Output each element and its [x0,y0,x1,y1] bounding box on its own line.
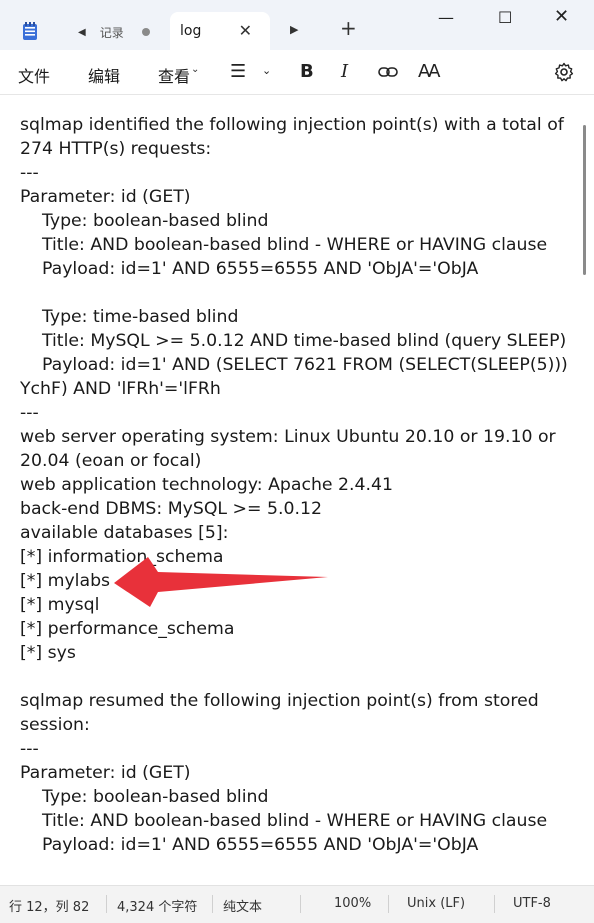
text-editor[interactable]: sqlmap identified the following injectio… [0,95,594,885]
text-line: session: [20,715,90,735]
chevron-down-icon[interactable]: ⌄ [191,64,199,75]
vertical-scrollbar[interactable] [583,125,586,275]
text-line: sqlmap resumed the following injection p… [20,691,539,711]
text-line: back-end DBMS: MySQL >= 5.0.12 [20,499,322,519]
text-line: web application technology: Apache 2.4.4… [20,475,393,495]
scroll-tabs-left-icon[interactable]: ◀ [78,27,86,38]
text-line: available databases [5]: [20,523,229,543]
scroll-tabs-right-icon[interactable]: ▶ [290,23,298,36]
notepad-app-icon [23,22,37,40]
text-line: Payload: id=1' AND 6555=6555 AND 'ObJA'=… [20,259,479,279]
text-line: [*] performance_schema [20,619,235,639]
divider [388,895,389,913]
text-line: Title: MySQL >= 5.0.12 AND time-based bl… [20,331,567,351]
tab-previous[interactable]: ◀ 记录 [62,15,166,49]
text-line: --- [20,403,39,423]
tab-log[interactable]: log ✕ [170,12,270,50]
text-line: Type: time-based blind [20,307,239,327]
text-line: [*] sys [20,643,76,663]
chevron-down-icon[interactable]: ⌄ [262,64,271,77]
text-format[interactable]: 纯文本 [223,896,262,915]
bold-icon[interactable]: B [300,61,314,82]
status-bar: 行 12，列 82 4,324 个字符 纯文本 100% Unix (LF) U… [0,885,594,923]
italic-icon[interactable]: I [341,61,348,82]
line-ending[interactable]: Unix (LF) [407,896,465,911]
menu-edit[interactable]: 编辑 [88,63,120,87]
menu-bar: 文件 编辑 查看 ⌄ ☰ ⌄ B I Ꜳ [0,50,594,95]
clear-formatting-icon[interactable]: Ꜳ [418,61,441,82]
bullet-list-icon[interactable]: ☰ [230,61,246,82]
text-line: 20.04 (eoan or focal) [20,451,202,471]
text-line: Type: boolean-based blind [20,211,269,231]
link-icon[interactable] [378,62,398,82]
maximize-icon[interactable]: ☐ [498,8,512,27]
gear-icon[interactable] [554,62,574,82]
encoding[interactable]: UTF-8 [513,896,551,911]
close-window-icon[interactable]: ✕ [554,6,569,27]
text-line: --- [20,739,39,759]
tab-title: 记录 [99,25,124,40]
menu-file[interactable]: 文件 [18,63,50,87]
text-line: --- [20,163,39,183]
unsaved-dot-icon [141,28,150,36]
cursor-position: 行 12，列 82 [9,900,90,915]
text-line: 274 HTTP(s) requests: [20,139,212,159]
menu-view[interactable]: 查看 [158,63,190,87]
new-tab-plus-icon[interactable]: + [340,18,357,38]
zoom-level[interactable]: 100% [334,896,371,911]
red-arrow-annotation [114,557,328,607]
text-line: web server operating system: Linux Ubunt… [20,427,556,447]
divider [106,895,107,913]
minimize-icon[interactable]: — [438,8,454,27]
text-line: Payload: id=1' AND (SELECT 7621 FROM (SE… [20,355,568,375]
text-line: sqlmap identified the following injectio… [20,115,564,135]
char-count: 4,324 个字符 [117,900,198,915]
tab-title: log [180,23,202,39]
text-line [20,665,580,689]
text-line: Parameter: id (GET) [20,763,191,783]
text-line: Payload: id=1' AND 6555=6555 AND 'ObJA'=… [20,835,479,855]
text-line: Title: AND boolean-based blind - WHERE o… [20,235,548,255]
text-line: YchF) AND 'lFRh'='lFRh [20,379,221,399]
text-line: Parameter: id (GET) [20,187,191,207]
text-line: Type: boolean-based blind [20,787,269,807]
text-line: Title: AND boolean-based blind - WHERE o… [20,811,548,831]
editor-lines: sqlmap identified the following injectio… [20,113,580,857]
title-bar: ◀ 记录 log ✕ ▶ + — ☐ ✕ [0,0,594,50]
divider [300,895,301,913]
divider [494,895,495,913]
divider [212,895,213,913]
text-line [20,281,580,305]
close-tab-icon[interactable]: ✕ [239,21,252,40]
